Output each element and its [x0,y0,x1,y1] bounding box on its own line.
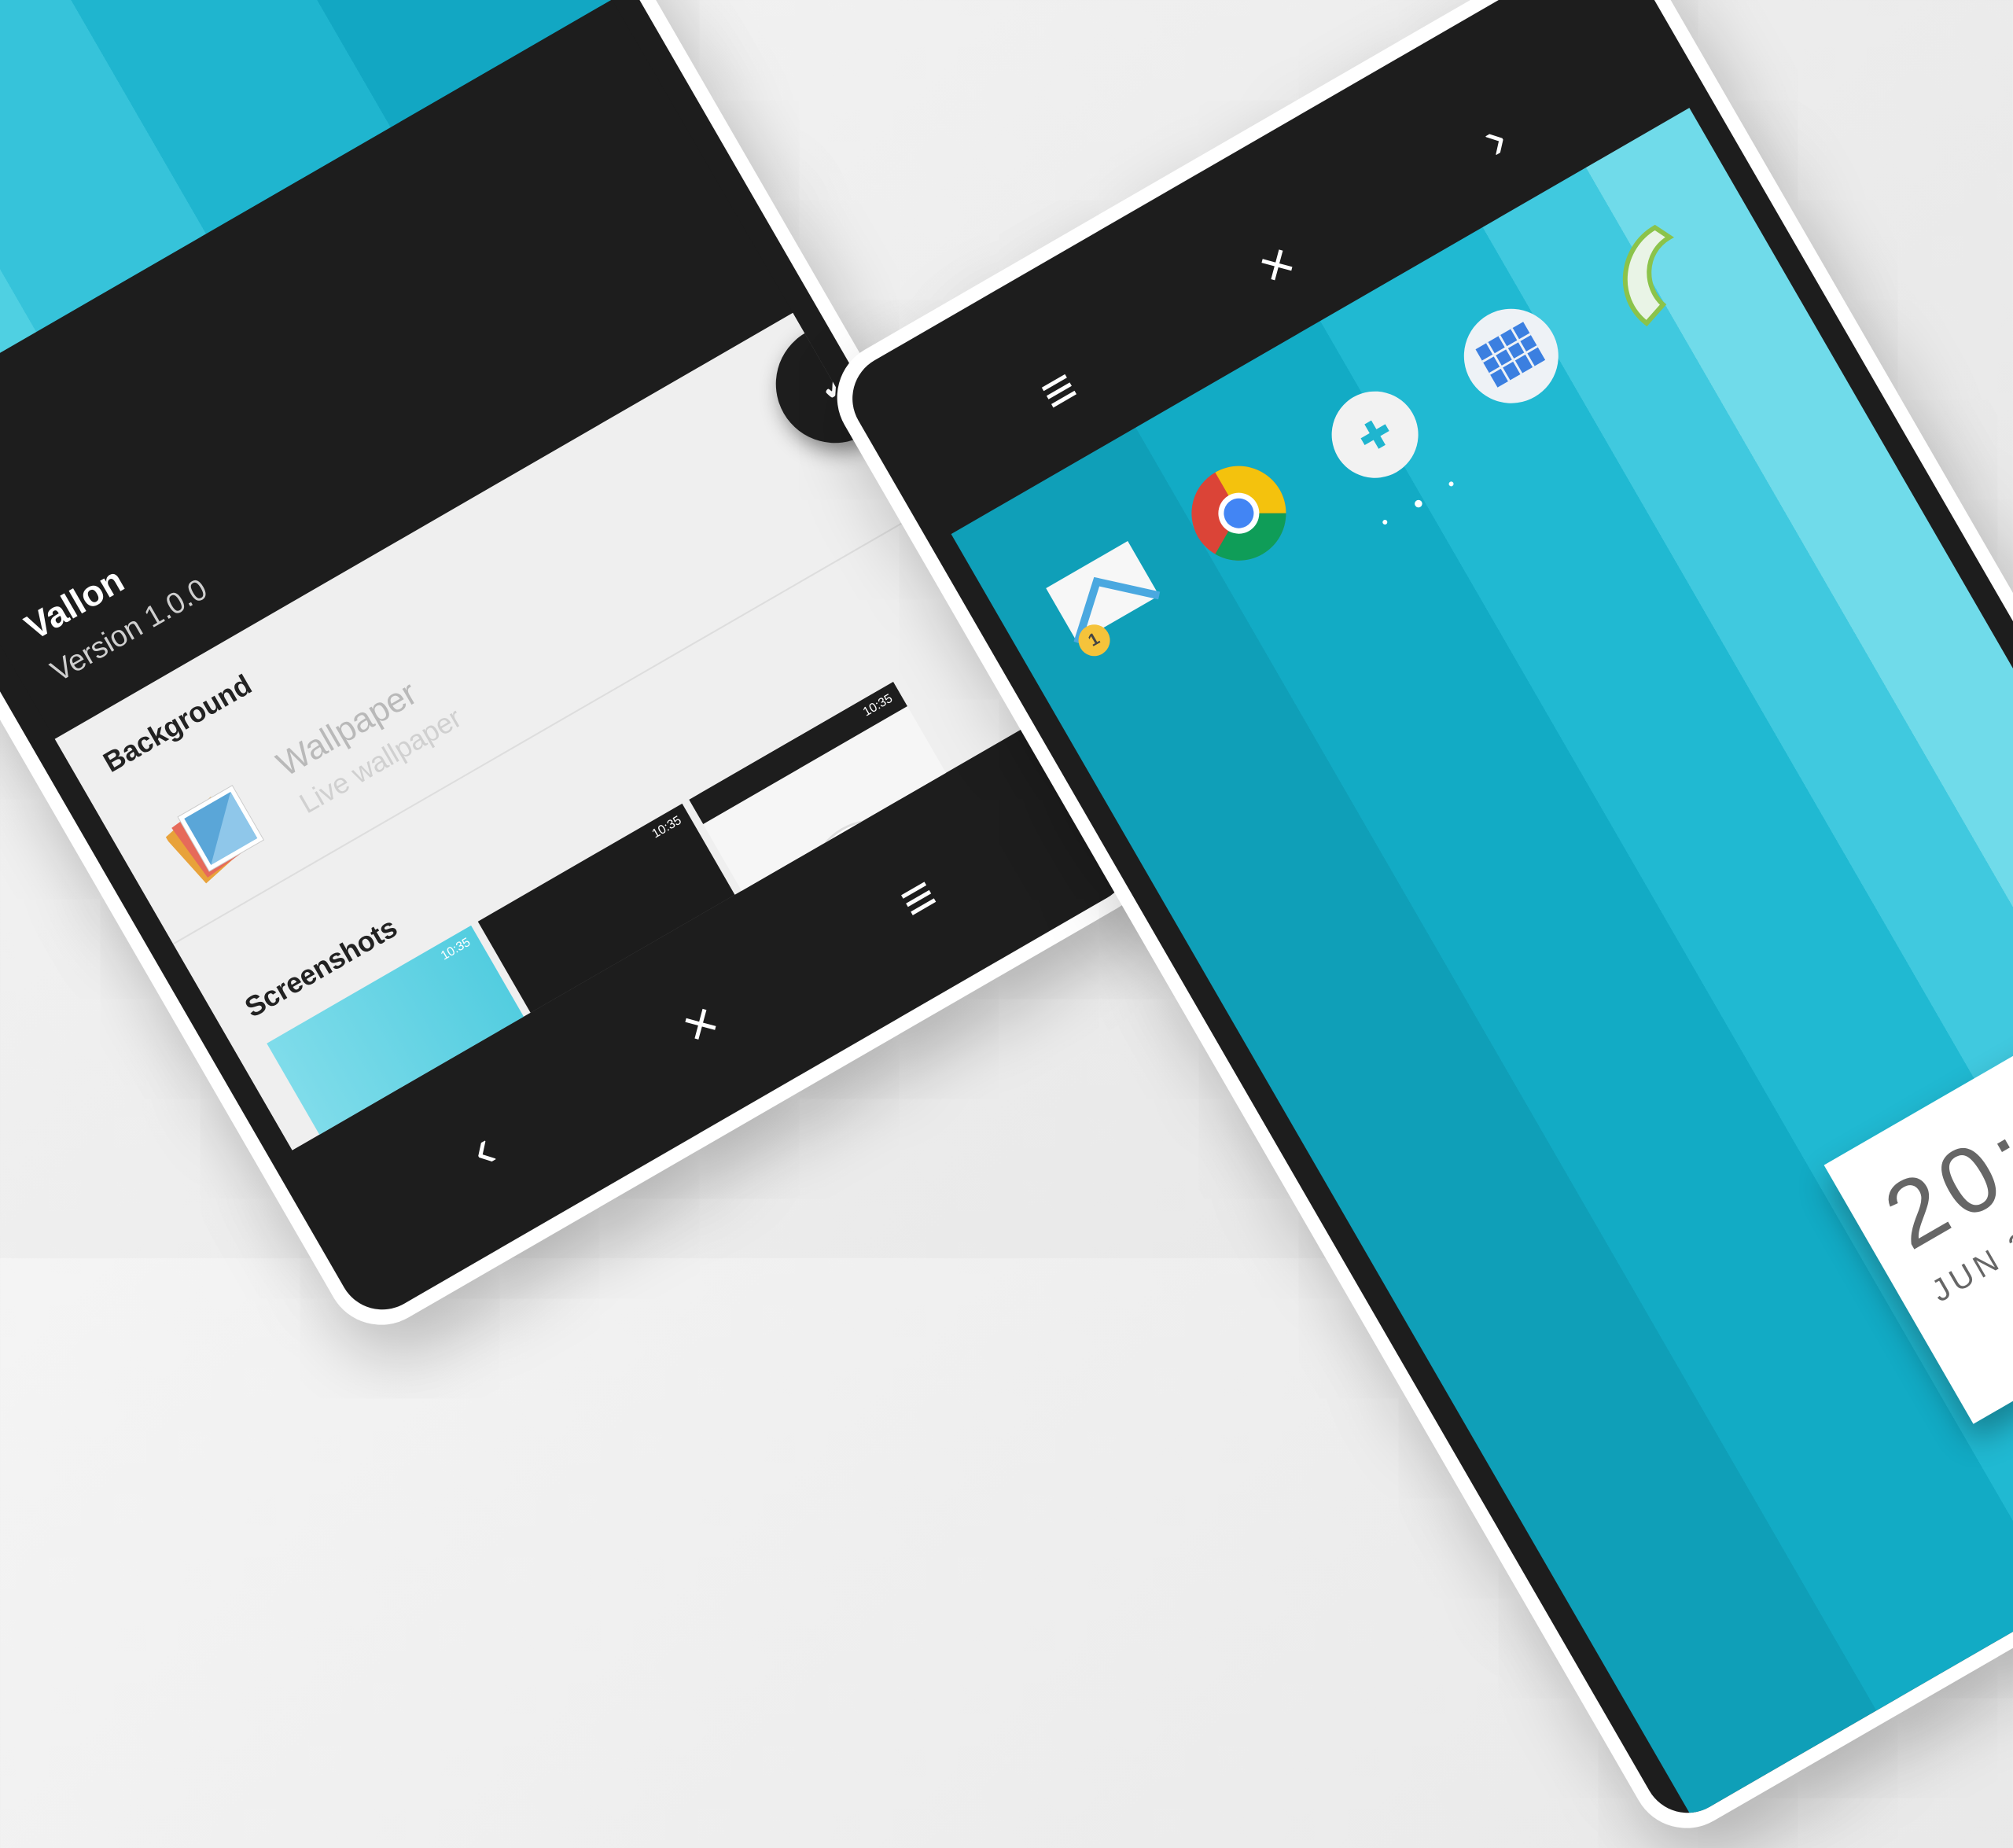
status-time: 10:35 [650,813,684,841]
status-time: 10:35 [438,935,473,963]
menu-icon[interactable]: ≡ [864,844,972,952]
clock-widget[interactable]: 20:56 JUN 23 [1823,999,2013,1424]
forward-icon[interactable]: › [1441,85,1548,193]
back-icon[interactable]: ‹ [429,1095,536,1203]
close-icon[interactable]: × [646,970,754,1077]
wallpaper-icon [155,771,280,893]
widget-time: 20:56 [1868,1040,2013,1270]
close-icon[interactable]: × [1223,211,1330,318]
left-phone-body: Vallon Version 1.0.0 Background Wallpape… [0,0,1146,1326]
menu-icon[interactable]: ≡ [1005,337,1113,444]
